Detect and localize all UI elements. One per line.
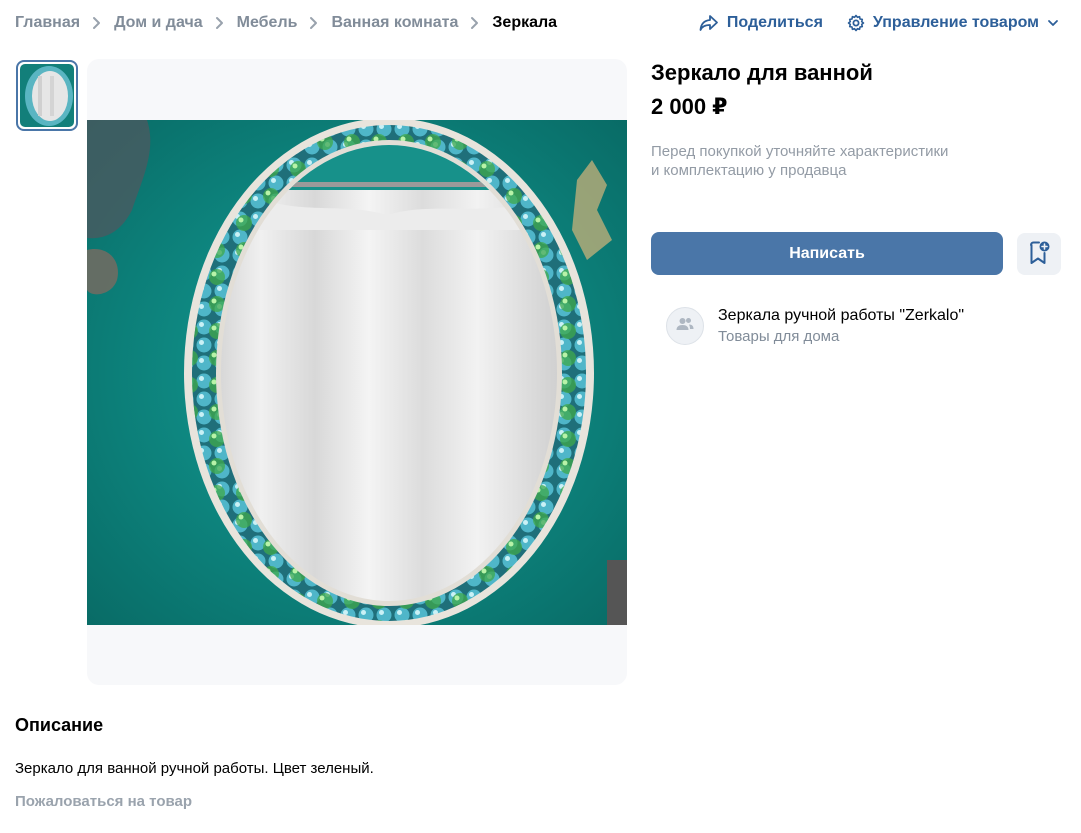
- bookmark-add-button[interactable]: [1017, 233, 1061, 275]
- report-product-link[interactable]: Пожаловаться на товар: [15, 793, 192, 810]
- product-image-frame[interactable]: [87, 59, 627, 685]
- group-icon: [675, 316, 695, 337]
- breadcrumb: Главная Дом и дача Мебель Ванная комната…: [15, 12, 557, 34]
- avatar: [666, 307, 704, 345]
- breadcrumb-furniture[interactable]: Мебель: [237, 14, 298, 32]
- gear-icon: [847, 14, 865, 32]
- product-title: Зеркало для ванной: [651, 60, 873, 85]
- chevron-right-icon: [297, 12, 331, 34]
- chevron-right-icon: [203, 12, 237, 34]
- bookmark-add-icon: [1027, 240, 1051, 269]
- description-heading: Описание: [15, 715, 104, 735]
- breadcrumb-home-garden[interactable]: Дом и дача: [114, 14, 203, 32]
- manage-product-button[interactable]: Управление товаром: [847, 14, 1059, 32]
- product-price: 2 000 ₽: [651, 94, 728, 119]
- product-thumbnail[interactable]: [16, 60, 78, 131]
- description-text: Зеркало для ванной ручной работы. Цвет з…: [15, 760, 374, 777]
- seller-category: Товары для дома: [718, 328, 840, 345]
- breadcrumb-home[interactable]: Главная: [15, 14, 80, 32]
- share-button[interactable]: Поделиться: [699, 14, 823, 32]
- purchase-notice: Перед покупкой уточняйте характеристики …: [651, 142, 991, 180]
- thumbnail-image: [20, 64, 74, 127]
- chevron-right-icon: [458, 12, 492, 34]
- chevron-right-icon: [80, 12, 114, 34]
- product-photo: [87, 118, 627, 628]
- breadcrumb-current: Зеркала: [492, 14, 558, 31]
- purchase-notice-line1: Перед покупкой уточняйте характеристики: [651, 143, 949, 160]
- seller-info: Зеркала ручной работы "Zerkalo" Товары д…: [718, 306, 964, 346]
- share-arrow-icon: [699, 14, 719, 32]
- top-actions: Поделиться Управление товаром: [699, 12, 1059, 34]
- write-seller-button[interactable]: Написать: [651, 232, 1003, 275]
- purchase-notice-line2: и комплектацию у продавца: [651, 162, 847, 179]
- manage-product-label: Управление товаром: [872, 14, 1039, 31]
- breadcrumb-bathroom[interactable]: Ванная комната: [331, 14, 458, 32]
- share-label: Поделиться: [726, 14, 823, 31]
- seller-card[interactable]: Зеркала ручной работы "Zerkalo" Товары д…: [666, 306, 964, 346]
- seller-name[interactable]: Зеркала ручной работы "Zerkalo": [718, 306, 964, 325]
- chevron-down-icon: [1047, 18, 1059, 28]
